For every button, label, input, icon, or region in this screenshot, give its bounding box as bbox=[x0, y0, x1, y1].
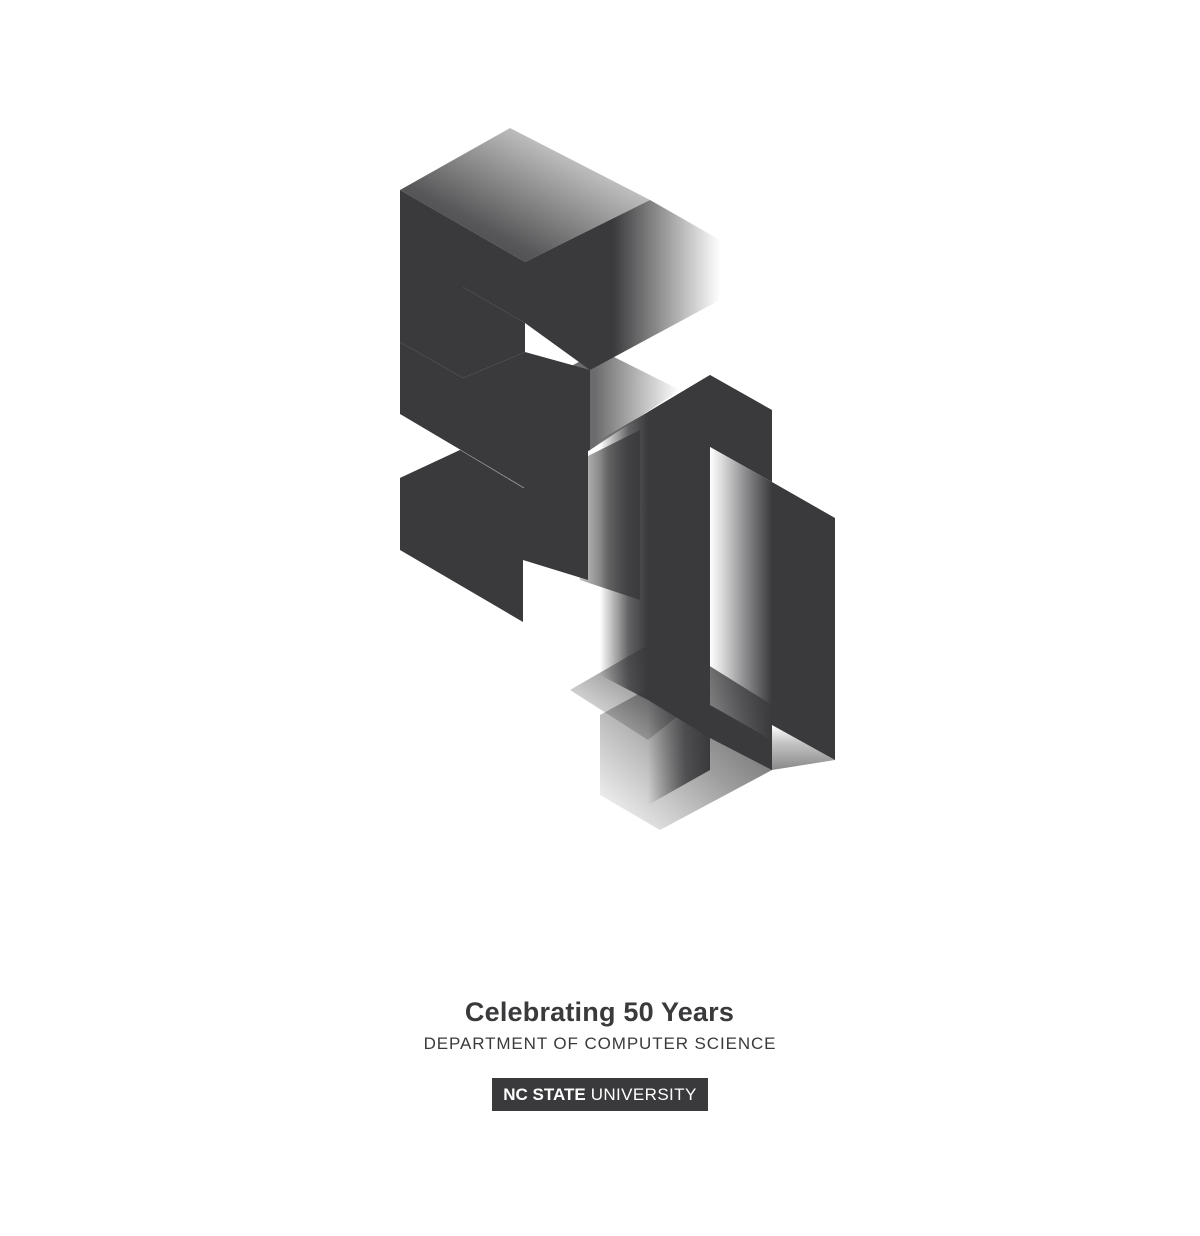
caption-block: Celebrating 50 Years DEPARTMENT OF COMPU… bbox=[0, 990, 1200, 1111]
isometric-50-logo bbox=[400, 128, 835, 830]
badge-light-text: UNIVERSITY bbox=[590, 1085, 697, 1104]
page-title: Celebrating 50 Years bbox=[464, 997, 735, 1027]
zero-right-column bbox=[772, 482, 835, 760]
university-badge: NC STATE UNIVERSITY bbox=[492, 1078, 708, 1111]
department-subtitle: DEPARTMENT OF COMPUTER SCIENCE bbox=[423, 1034, 777, 1053]
badge-strong-text: NC STATE bbox=[503, 1085, 586, 1104]
